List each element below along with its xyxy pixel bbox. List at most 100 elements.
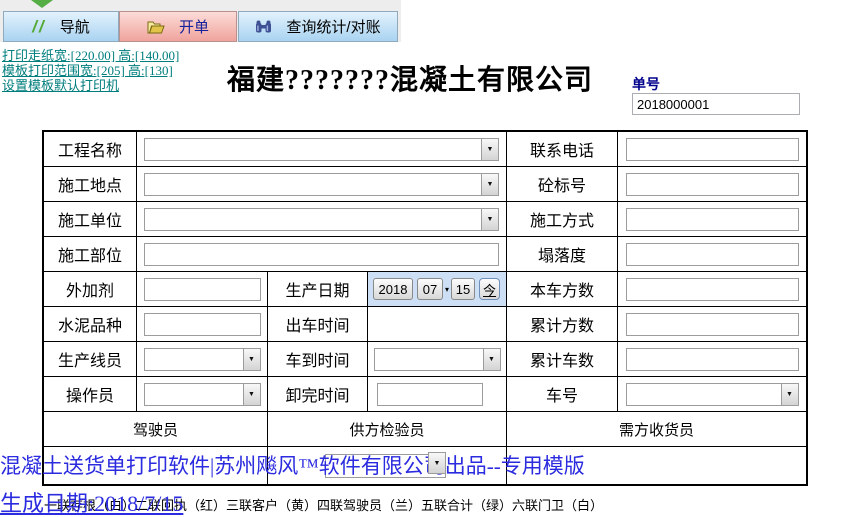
field-cell	[618, 132, 806, 167]
construction-unit-combobox[interactable]: ▼	[144, 207, 499, 231]
truck-no-combobox[interactable]: ▼	[625, 382, 799, 406]
combo-value	[145, 139, 481, 160]
field-cell	[137, 237, 507, 272]
field-cell: ▼	[137, 132, 507, 167]
field-label: 本车方数	[507, 272, 618, 307]
concrete-grade-input[interactable]	[625, 172, 799, 196]
field-label: 施工部位	[44, 237, 137, 272]
field-label: 施工单位	[44, 202, 137, 237]
additive-input[interactable]	[143, 277, 261, 301]
cumulative-volume-input[interactable]	[625, 312, 799, 336]
combo-value	[375, 349, 483, 370]
combo-dropdown-button[interactable]: ▼	[242, 383, 260, 405]
combo-dropdown-button[interactable]: ▼	[482, 348, 500, 370]
combo-dropdown-button[interactable]: ▼	[481, 173, 498, 195]
field-cell	[618, 237, 806, 272]
field-cell	[137, 307, 268, 342]
field-cell	[368, 377, 507, 412]
receiver-label: 需方收货员	[507, 412, 806, 447]
field-label: 卸完时间	[268, 377, 368, 412]
combo-dropdown-button[interactable]: ▼	[428, 452, 446, 474]
dropdown-arrow-icon: ▼	[486, 145, 494, 153]
field-label: 施工地点	[44, 167, 137, 202]
combo-dropdown-button[interactable]: ▼	[242, 348, 260, 370]
date-year-button[interactable]: 2018	[373, 278, 413, 300]
field-label: 出车时间	[268, 307, 368, 342]
combo-dropdown-button[interactable]: ▼	[780, 383, 798, 405]
dropdown-arrow-icon: ▼	[248, 390, 255, 398]
combo-value	[145, 384, 243, 405]
printer-links: 打印走纸宽:[220.00] 高:[140.00] 模板打印范围宽:[205] …	[2, 49, 179, 94]
driver-label: 驾驶员	[44, 412, 268, 447]
production-line-combobox[interactable]: ▼	[143, 347, 261, 371]
combo-dropdown-button[interactable]: ▼	[481, 208, 498, 230]
field-label: 外加剂	[44, 272, 137, 307]
field-label: 联系电话	[507, 132, 618, 167]
branding-text: 混凝土送货单打印软件|苏州飚风™软件有限公司出品--专用模版	[0, 454, 585, 478]
template-print-range-link[interactable]: 模板打印范围宽:[205] 高:[130]	[2, 64, 179, 78]
field-cell	[618, 167, 806, 202]
field-cell: ▼	[137, 342, 268, 377]
tab-label: 开单	[178, 19, 209, 36]
tab-label: 导航	[59, 19, 90, 36]
project-name-combobox[interactable]: ▼	[144, 137, 499, 161]
arrival-time-combobox[interactable]: ▼	[373, 347, 501, 371]
dropdown-arrow-icon: ▼	[433, 459, 441, 467]
field-label: 累计车数	[507, 342, 618, 377]
order-no-input[interactable]	[632, 93, 800, 115]
field-label: 车到时间	[268, 342, 368, 377]
field-cell: ▼	[368, 342, 507, 377]
field-label: 生产日期	[268, 272, 368, 307]
today-label: 今	[483, 282, 497, 298]
site-location-combobox[interactable]: ▼	[144, 172, 499, 196]
production-date-control: 2018 07 ▾ 15 今	[368, 272, 507, 307]
unload-time-input[interactable]	[377, 382, 483, 406]
company-title: 福建???????混凝土有限公司	[226, 65, 593, 96]
construction-part-input[interactable]	[144, 242, 499, 266]
tab-create-order[interactable]: 开单	[119, 11, 237, 42]
slump-input[interactable]	[625, 242, 799, 266]
combo-value	[145, 174, 481, 195]
dropdown-arrow-icon: ▼	[488, 355, 495, 363]
date-month-button[interactable]: 07	[417, 278, 443, 300]
tab-query-stats[interactable]: 查询统计/对账	[238, 11, 398, 42]
field-cell	[137, 272, 268, 307]
field-cell: ▼	[137, 377, 268, 412]
cement-type-input[interactable]	[143, 312, 261, 336]
tab-navigation[interactable]: // 导航	[3, 11, 119, 42]
field-cell: ▼	[618, 377, 806, 412]
field-label: 车号	[507, 377, 618, 412]
field-label: 操作员	[44, 377, 137, 412]
truck-volume-input[interactable]	[625, 277, 799, 301]
combo-value	[145, 349, 243, 370]
field-label: 塌落度	[507, 237, 618, 272]
dropdown-arrow-icon: ▼	[786, 390, 793, 398]
construction-method-input[interactable]	[625, 207, 799, 231]
print-paper-size-link[interactable]: 打印走纸宽:[220.00] 高:[140.00]	[2, 49, 179, 63]
date-day-button[interactable]: 15	[451, 278, 476, 300]
month-dropdown-icon: ▾	[445, 284, 450, 294]
combo-value	[145, 209, 481, 230]
field-label: 砼标号	[507, 167, 618, 202]
field-label: 累计方数	[507, 307, 618, 342]
contact-phone-input[interactable]	[625, 137, 799, 161]
field-cell	[618, 202, 806, 237]
field-cell	[618, 272, 806, 307]
operator-combobox[interactable]: ▼	[143, 382, 261, 406]
date-today-button[interactable]: 今	[479, 278, 501, 300]
set-default-printer-link[interactable]: 设置模板默认打印机	[2, 79, 179, 93]
dropdown-arrow-icon: ▼	[248, 355, 255, 363]
folder-open-icon	[147, 20, 165, 34]
binoculars-icon	[255, 20, 272, 33]
dropdown-arrow-icon: ▼	[486, 180, 494, 188]
combo-dropdown-button[interactable]: ▼	[481, 138, 498, 160]
field-cell: ▼	[137, 167, 507, 202]
field-label: 施工方式	[507, 202, 618, 237]
field-label: 生产线员	[44, 342, 137, 377]
supplier-inspector-label: 供方检验员	[268, 412, 507, 447]
tab-label: 查询统计/对账	[286, 19, 381, 36]
green-down-arrow-icon	[31, 0, 53, 8]
field-cell	[618, 307, 806, 342]
cumulative-trucks-input[interactable]	[625, 347, 799, 371]
field-label: 工程名称	[44, 132, 137, 167]
